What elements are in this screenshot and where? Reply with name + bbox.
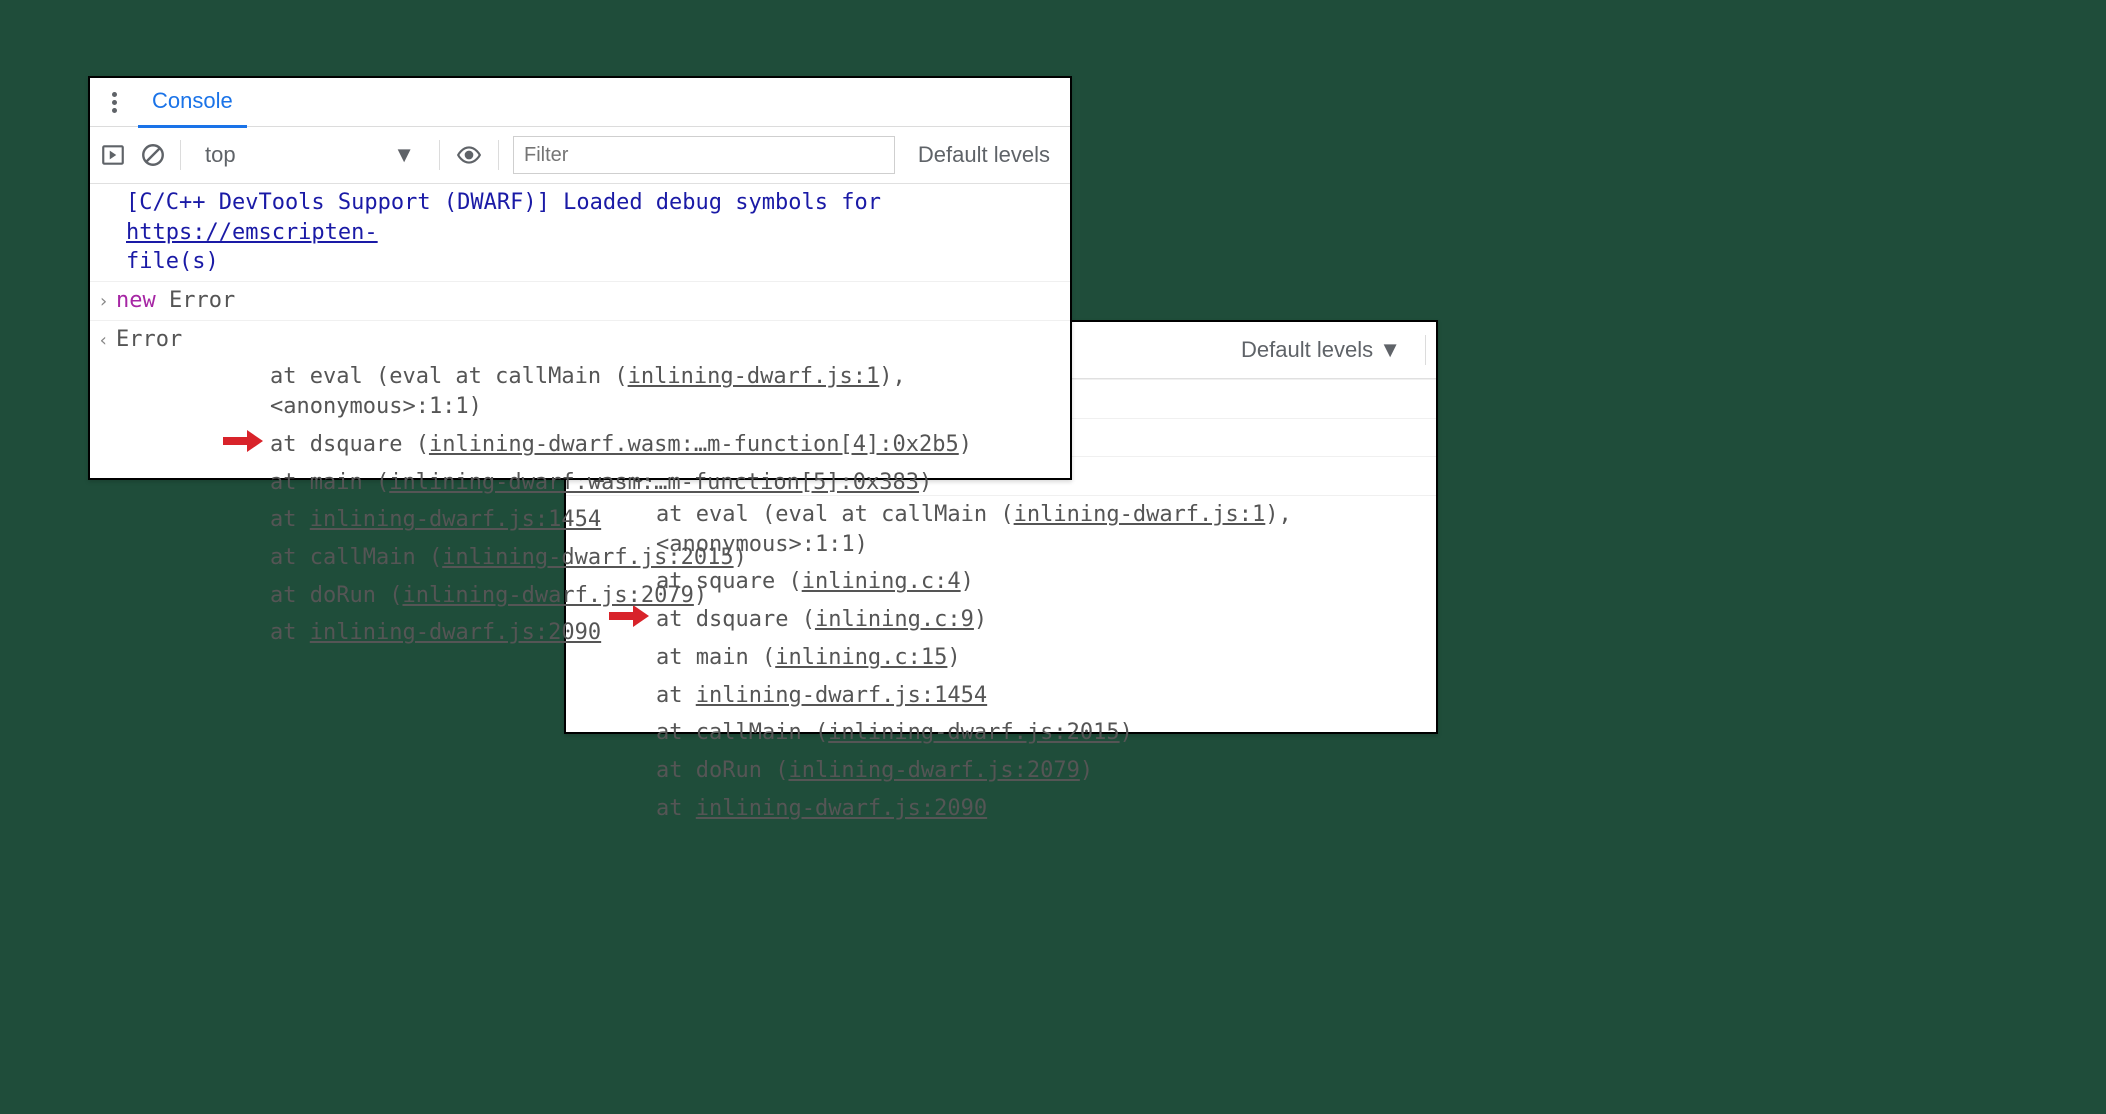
console-output: [C/C++ DevTools Support (DWARF)] Loaded … [90, 184, 1070, 652]
stack-frame: at inlining-dwarf.js:2090 [90, 614, 1070, 652]
chevron-down-icon: ▼ [393, 142, 415, 168]
input-chevron-icon: › [98, 290, 109, 314]
source-link[interactable]: inlining-dwarf.wasm:…m-function[5]:0x383 [389, 470, 919, 495]
frame-text: at main ( [270, 470, 389, 495]
more-menu-icon[interactable] [98, 92, 130, 113]
toolbar-divider [1425, 335, 1426, 365]
stack-frame: at callMain (inlining-dwarf.js:2015) [90, 539, 1070, 577]
source-link[interactable]: inlining-dwarf.js:2015 [442, 545, 733, 570]
frame-text: at callMain ( [656, 720, 828, 745]
stack-frame: at inlining-dwarf.js:1454 [566, 677, 1436, 715]
source-link[interactable]: inlining-dwarf.js:1 [628, 364, 880, 389]
log-text: [C/C++ DevTools Support (DWARF)] Loaded … [126, 190, 881, 215]
live-expression-icon[interactable] [454, 142, 484, 168]
toolbar-divider [439, 140, 440, 170]
console-output-line: ‹ Error [90, 321, 1070, 359]
frame-text: ) [959, 432, 972, 457]
frame-text: at [656, 683, 696, 708]
highlight-arrow-icon [220, 426, 265, 456]
frame-text: ) [1120, 720, 1133, 745]
stack-frame: at callMain (inlining-dwarf.js:2015) [566, 714, 1436, 752]
context-dropdown[interactable]: top ▼ [195, 140, 425, 170]
frame-text: ) [694, 583, 707, 608]
clear-console-icon[interactable] [140, 142, 166, 168]
execution-context-icon[interactable] [100, 142, 126, 168]
input-text: Error [169, 288, 235, 313]
output-head: Error [116, 327, 182, 352]
frame-text: ) [919, 470, 932, 495]
stack-frame: at inlining-dwarf.js:1454 [90, 501, 1070, 539]
frame-text: at doRun ( [270, 583, 402, 608]
devtools-tabbar: Console [90, 78, 1070, 127]
frame-text: at dsquare ( [270, 432, 429, 457]
frame-text: at doRun ( [656, 758, 788, 783]
stack-frame: at dsquare (inlining-dwarf.wasm:…m-funct… [90, 426, 1070, 464]
log-levels-label: Default levels ▼ [1241, 337, 1401, 363]
context-label: top [205, 142, 236, 168]
toolbar-divider [498, 140, 499, 170]
frame-text: ) [734, 545, 747, 570]
source-link[interactable]: inlining-dwarf.js:2079 [402, 583, 693, 608]
frame-text: at [270, 620, 310, 645]
log-levels-label: Default levels [918, 142, 1050, 168]
source-link[interactable]: inlining-dwarf.js:2090 [696, 796, 987, 821]
tab-console[interactable]: Console [138, 77, 247, 128]
stack-frame: at inlining-dwarf.js:2090 [566, 790, 1436, 828]
source-link[interactable]: inlining-dwarf.js:2090 [310, 620, 601, 645]
frame-text: at [656, 796, 696, 821]
log-line: [C/C++ DevTools Support (DWARF)] Loaded … [90, 184, 1070, 282]
tab-label: Console [152, 88, 233, 114]
source-link[interactable]: inlining-dwarf.js:2015 [828, 720, 1119, 745]
devtools-console-panel-before: Console top ▼ Default levels [C/C++ DevT… [88, 76, 1072, 480]
log-text: file(s) [126, 249, 219, 274]
stack-frame: at doRun (inlining-dwarf.js:2079) [90, 577, 1070, 615]
log-link[interactable]: https://emscripten- [126, 220, 378, 245]
console-input-line[interactable]: › new Error [90, 282, 1070, 321]
source-link[interactable]: inlining-dwarf.js:1454 [310, 507, 601, 532]
keyword-new: new [116, 288, 156, 313]
source-link[interactable]: inlining-dwarf.js:1454 [696, 683, 987, 708]
log-levels-dropdown[interactable]: Default levels [918, 142, 1060, 168]
toolbar-divider [180, 140, 181, 170]
filter-input[interactable] [513, 136, 895, 174]
console-toolbar: top ▼ Default levels [90, 127, 1070, 184]
output-chevron-icon: ‹ [98, 329, 109, 353]
source-link[interactable]: inlining-dwarf.js:2079 [788, 758, 1079, 783]
frame-text: ) [1080, 758, 1093, 783]
frame-text: at [270, 507, 310, 532]
log-levels-dropdown[interactable]: Default levels ▼ [1241, 337, 1411, 363]
stack-frame: at doRun (inlining-dwarf.js:2079) [566, 752, 1436, 790]
frame-text: at eval (eval at callMain ( [270, 364, 628, 389]
source-link[interactable]: inlining-dwarf.wasm:…m-function[4]:0x2b5 [429, 432, 959, 457]
stack-frame: at main (inlining-dwarf.wasm:…m-function… [90, 464, 1070, 502]
frame-text: at callMain ( [270, 545, 442, 570]
stack-frame: at eval (eval at callMain (inlining-dwar… [90, 358, 1070, 425]
